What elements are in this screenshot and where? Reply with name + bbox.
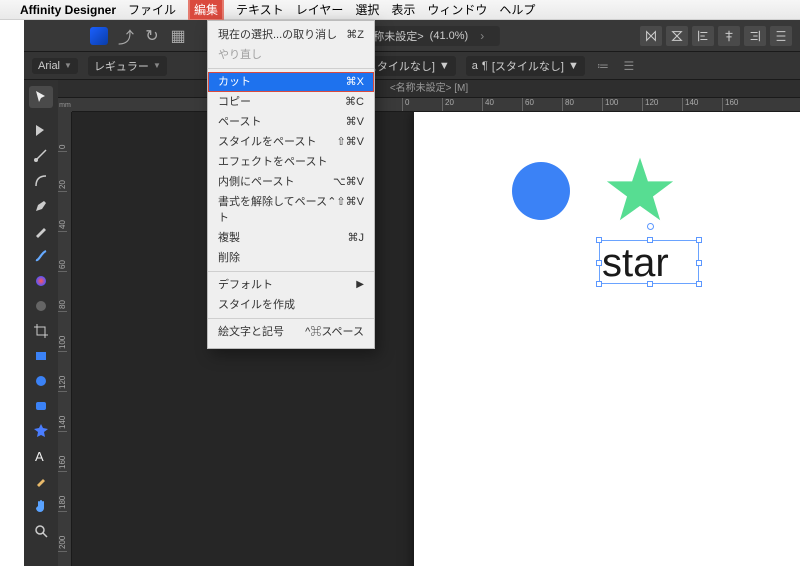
- rectangle-tool[interactable]: [29, 345, 53, 367]
- canvas[interactable]: star: [414, 112, 800, 566]
- document-tab[interactable]: <名称未設定> [M]: [58, 80, 800, 98]
- resize-handle-w[interactable]: [596, 260, 602, 266]
- distribute-icon[interactable]: [770, 26, 792, 46]
- svg-text:A: A: [35, 449, 44, 464]
- character-style-select[interactable]: a ¶ [スタイルなし]▼: [466, 56, 585, 76]
- app-window: ⤴ ↻ ▦ ‹ <名称未設定> (41.0%) › Arial▼ レギュラー▼ …: [24, 20, 800, 566]
- menu-item[interactable]: 現在の選択...の取り消し⌘Z: [208, 25, 374, 45]
- sync-icon[interactable]: ↻: [144, 28, 160, 44]
- font-weight-select[interactable]: レギュラー▼: [88, 56, 167, 76]
- align-right-icon[interactable]: [744, 26, 766, 46]
- menu-item[interactable]: 内側にペースト⌥⌘V: [208, 172, 374, 192]
- resize-handle-n[interactable]: [647, 237, 653, 243]
- context-toolbar: Arial▼ レギュラー▼ ¶ [スタイルなし]▼ a ¶ [スタイルなし]▼ …: [24, 52, 800, 80]
- menu-item: やり直し: [208, 45, 374, 65]
- menu-item[interactable]: スタイルをペースト⇧⌘V: [208, 132, 374, 152]
- text-object-selected[interactable]: star: [599, 240, 699, 284]
- share-icon[interactable]: ⤴: [118, 28, 134, 44]
- menu-file[interactable]: ファイル: [128, 1, 176, 18]
- star-shape[interactable]: [604, 154, 676, 226]
- star-tool[interactable]: [29, 420, 53, 442]
- transparency-tool[interactable]: [29, 295, 53, 317]
- menu-window[interactable]: ウィンドウ: [427, 1, 487, 18]
- menu-view[interactable]: 表示: [391, 1, 415, 18]
- menu-item[interactable]: 絵文字と記号^⌘スペース: [208, 322, 374, 342]
- menu-layer[interactable]: レイヤー: [296, 1, 344, 18]
- app-name[interactable]: Affinity Designer: [20, 3, 116, 17]
- resize-handle-nw[interactable]: [596, 237, 602, 243]
- menu-item[interactable]: 複製⌘J: [208, 228, 374, 248]
- rotate-handle[interactable]: [647, 223, 654, 230]
- ruler-unit[interactable]: mm: [58, 98, 72, 112]
- document-zoom: (41.0%): [430, 30, 469, 42]
- eyedropper-tool[interactable]: [29, 470, 53, 492]
- resize-handle-s[interactable]: [647, 281, 653, 287]
- next-doc-icon[interactable]: ›: [474, 29, 490, 43]
- menu-help[interactable]: ヘルプ: [499, 1, 535, 18]
- brush-tool[interactable]: [29, 245, 53, 267]
- resize-handle-e[interactable]: [696, 260, 702, 266]
- resize-handle-se[interactable]: [696, 281, 702, 287]
- bullet-list-icon[interactable]: ≔: [595, 58, 611, 74]
- menu-item[interactable]: エフェクトをペースト: [208, 152, 374, 172]
- circle-shape[interactable]: [512, 162, 570, 220]
- resize-handle-ne[interactable]: [696, 237, 702, 243]
- menu-edit[interactable]: 編集: [188, 0, 224, 21]
- crop-tool[interactable]: [29, 320, 53, 342]
- font-family-select[interactable]: Arial▼: [32, 58, 78, 74]
- hand-tool[interactable]: [29, 495, 53, 517]
- checker-icon[interactable]: ▦: [170, 28, 186, 44]
- flip-h-icon[interactable]: [640, 26, 662, 46]
- app-logo-icon: [90, 27, 108, 45]
- menu-item[interactable]: 削除: [208, 248, 374, 268]
- menu-select[interactable]: 選択: [355, 1, 379, 18]
- ruler-horizontal: 020406080100120140160: [72, 98, 800, 112]
- ruler-vertical: 020406080100120140160180200: [58, 112, 72, 566]
- rounded-rect-tool[interactable]: [29, 395, 53, 417]
- align-left-icon[interactable]: [692, 26, 714, 46]
- canvas-viewport[interactable]: star: [72, 112, 800, 566]
- edit-menu-dropdown[interactable]: 現在の選択...の取り消し⌘Zやり直しカット⌘Xコピー⌘Cペースト⌘Vスタイルを…: [207, 20, 375, 349]
- tool-panel: A: [24, 80, 58, 566]
- corner-tool[interactable]: [29, 170, 53, 192]
- pencil-tool[interactable]: [29, 220, 53, 242]
- menu-item[interactable]: 書式を解除してペースト⌃⇧⌘V: [208, 192, 374, 228]
- menu-text[interactable]: テキスト: [236, 1, 284, 18]
- menu-item[interactable]: コピー⌘C: [208, 92, 374, 112]
- align-center-icon[interactable]: [718, 26, 740, 46]
- align-buttons: [640, 26, 792, 46]
- fill-tool[interactable]: [29, 270, 53, 292]
- text-content[interactable]: star: [600, 241, 698, 285]
- ellipse-tool[interactable]: [29, 370, 53, 392]
- menu-item[interactable]: カット⌘X: [208, 72, 374, 92]
- node-tool[interactable]: [29, 145, 53, 167]
- flip-v-icon[interactable]: [666, 26, 688, 46]
- move-tool[interactable]: [29, 86, 53, 108]
- zoom-tool[interactable]: [29, 520, 53, 542]
- resize-handle-sw[interactable]: [596, 281, 602, 287]
- text-tool[interactable]: A: [29, 445, 53, 467]
- menu-item[interactable]: スタイルを作成: [208, 295, 374, 315]
- macos-menubar: Affinity Designer ファイル 編集 テキスト レイヤー 選択 表…: [0, 0, 800, 20]
- main-toolbar: ⤴ ↻ ▦ ‹ <名称未設定> (41.0%) ›: [24, 20, 800, 52]
- menu-item[interactable]: ペースト⌘V: [208, 112, 374, 132]
- menu-item[interactable]: デフォルト▶: [208, 275, 374, 295]
- options-icon[interactable]: ☰: [621, 58, 637, 74]
- pen-tool[interactable]: [29, 195, 53, 217]
- artboard-tool[interactable]: [29, 120, 53, 142]
